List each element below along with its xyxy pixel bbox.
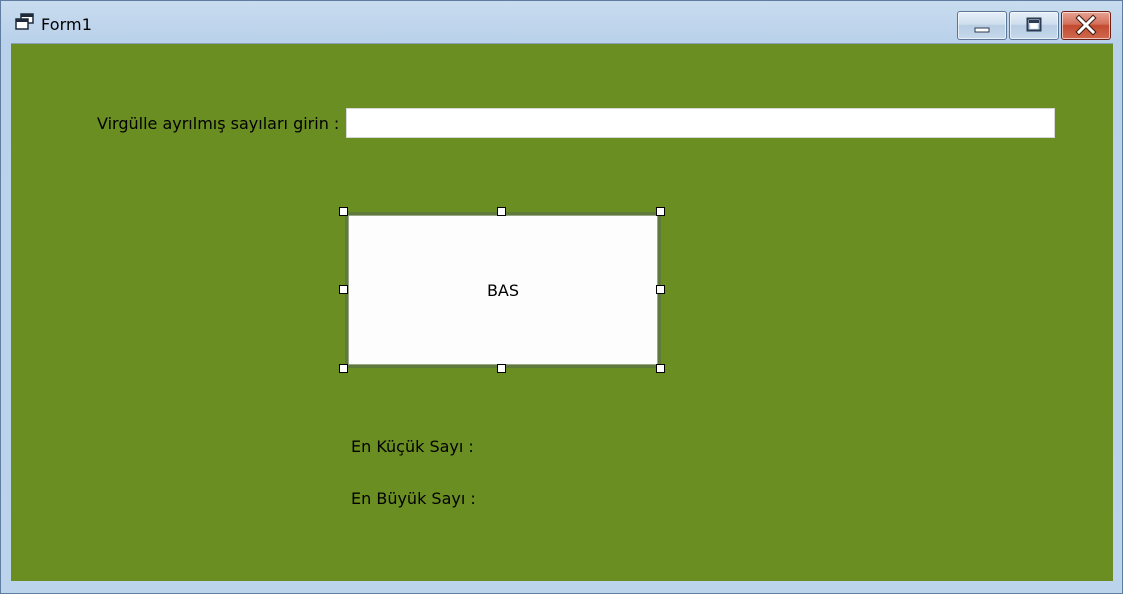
maximize-icon: [1026, 17, 1042, 32]
close-button[interactable]: [1061, 11, 1111, 40]
resize-handle-top-left[interactable]: [339, 207, 348, 216]
title-bar[interactable]: Form1: [1, 1, 1122, 43]
resize-handle-bottom[interactable]: [497, 364, 506, 373]
minimize-button[interactable]: [957, 11, 1007, 40]
form-client-area: Virgülle ayrılmış sayıları girin : BAS E…: [11, 43, 1113, 581]
resize-handle-left[interactable]: [339, 285, 348, 294]
resize-handle-top[interactable]: [497, 207, 506, 216]
resize-handle-top-right[interactable]: [656, 207, 665, 216]
close-icon: [1075, 14, 1097, 36]
resize-handle-bottom-right[interactable]: [656, 364, 665, 373]
app-window-icon: [15, 13, 35, 31]
maximize-button[interactable]: [1009, 11, 1059, 40]
numbers-input[interactable]: [346, 108, 1055, 138]
prompt-label: Virgülle ayrılmış sayıları girin :: [97, 114, 340, 133]
resize-handle-bottom-left[interactable]: [339, 364, 348, 373]
minimize-icon: [974, 27, 990, 33]
window-title: Form1: [41, 15, 92, 34]
max-number-label: En Büyük Sayı :: [351, 489, 476, 508]
resize-handle-right[interactable]: [656, 285, 665, 294]
min-number-label: En Küçük Sayı :: [351, 437, 474, 456]
bas-button[interactable]: BAS: [348, 215, 658, 365]
form1-window: Form1 Virgülle ayrılmış sayıları girin :…: [0, 0, 1123, 594]
